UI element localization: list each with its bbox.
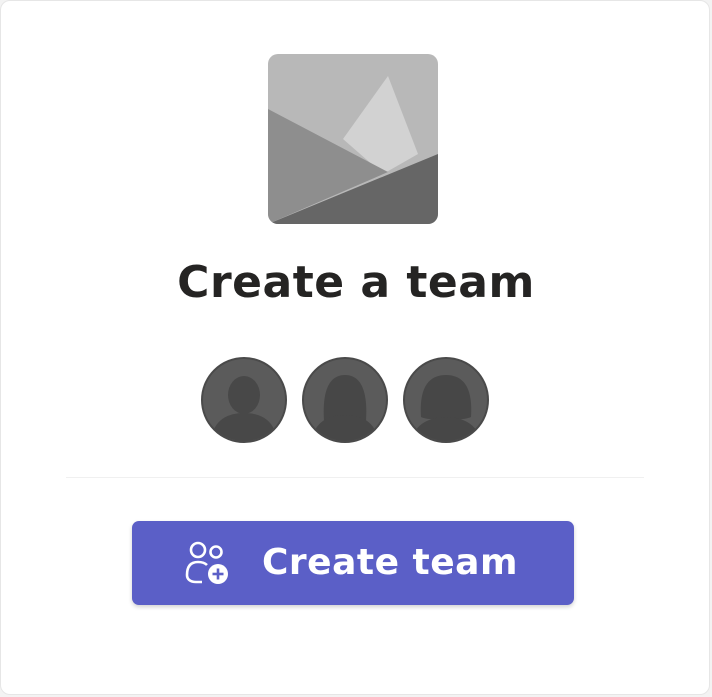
person-avatar-icon xyxy=(403,357,489,443)
create-team-card: Create a team Create team xyxy=(0,0,710,695)
create-team-button[interactable]: Create team xyxy=(132,521,574,605)
divider xyxy=(66,477,644,478)
avatar-group xyxy=(201,357,491,445)
create-team-button-label: Create team xyxy=(262,542,518,583)
person-avatar-icon xyxy=(201,357,287,443)
people-add-icon xyxy=(184,541,232,587)
team-placeholder-image-icon xyxy=(268,54,438,224)
person-avatar-icon xyxy=(302,357,388,443)
page-title: Create a team xyxy=(177,257,535,308)
